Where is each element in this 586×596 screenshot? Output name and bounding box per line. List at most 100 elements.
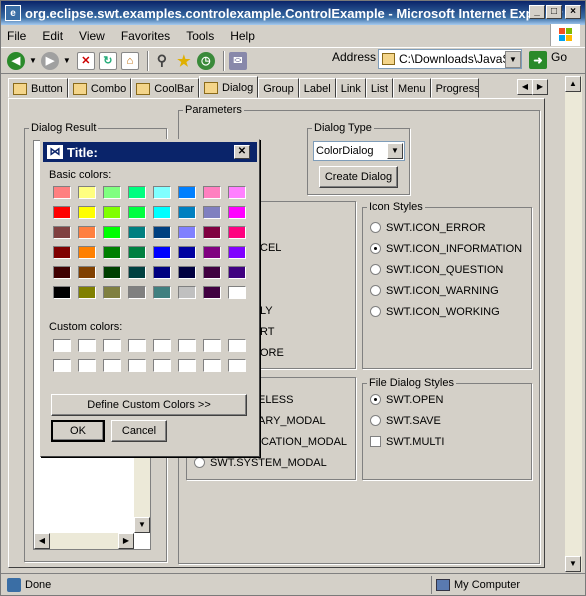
custom-color-swatch[interactable]: [103, 339, 121, 352]
color-swatch[interactable]: [53, 186, 71, 199]
address-input[interactable]: C:\Downloads\JavaSc: [378, 49, 522, 69]
chevron-down-icon[interactable]: ▼: [387, 143, 403, 159]
color-swatch[interactable]: [128, 286, 146, 299]
ok-button[interactable]: OK: [51, 420, 105, 442]
scroll-left-icon[interactable]: ◀: [34, 533, 50, 549]
go-arrow-icon[interactable]: ➜: [529, 51, 547, 69]
modeless-label[interactable]: ELESS: [258, 389, 347, 410]
color-swatch[interactable]: [153, 186, 171, 199]
color-swatch[interactable]: [103, 206, 121, 219]
custom-color-swatch[interactable]: [228, 359, 246, 372]
color-swatch[interactable]: [78, 266, 96, 279]
tab-group[interactable]: Group: [258, 78, 299, 98]
minimize-button[interactable]: _: [529, 5, 545, 19]
scroll-right-icon[interactable]: ▶: [118, 533, 134, 549]
scroll-up-icon[interactable]: ▲: [565, 76, 581, 92]
color-swatch[interactable]: [128, 206, 146, 219]
scroll-down-icon[interactable]: ▼: [134, 517, 150, 533]
custom-color-swatch[interactable]: [128, 339, 146, 352]
color-swatch[interactable]: [103, 266, 121, 279]
stop-icon[interactable]: ✕: [76, 51, 95, 70]
custom-color-swatch[interactable]: [153, 339, 171, 352]
color-swatch[interactable]: [103, 286, 121, 299]
dialog-close-button[interactable]: ✕: [234, 145, 250, 159]
style-apply-label[interactable]: LY: [260, 300, 284, 321]
tab-scroll-left-icon[interactable]: ◀: [517, 79, 533, 95]
color-swatch[interactable]: [228, 206, 246, 219]
color-swatch[interactable]: [103, 226, 121, 239]
custom-color-swatch[interactable]: [103, 359, 121, 372]
multi-checkbox[interactable]: SWT.MULTI: [370, 431, 444, 452]
style-ignore-label[interactable]: ORE: [260, 342, 284, 363]
open-radio[interactable]: SWT.OPEN: [370, 389, 444, 410]
color-swatch[interactable]: [153, 266, 171, 279]
color-swatch[interactable]: [178, 226, 196, 239]
color-swatch[interactable]: [178, 186, 196, 199]
menu-tools[interactable]: Tools: [186, 29, 214, 43]
color-swatch[interactable]: [78, 226, 96, 239]
color-swatch[interactable]: [103, 186, 121, 199]
menu-edit[interactable]: Edit: [42, 29, 63, 43]
color-swatch[interactable]: [78, 206, 96, 219]
close-button[interactable]: ×: [565, 5, 581, 19]
custom-color-swatch[interactable]: [78, 339, 96, 352]
menu-file[interactable]: File: [7, 29, 26, 43]
menu-favorites[interactable]: Favorites: [121, 29, 170, 43]
custom-color-swatch[interactable]: [53, 339, 71, 352]
color-swatch[interactable]: [78, 186, 96, 199]
color-swatch[interactable]: [203, 226, 221, 239]
color-swatch[interactable]: [178, 286, 196, 299]
back-dropdown-icon[interactable]: ▼: [29, 56, 37, 65]
color-swatch[interactable]: [228, 226, 246, 239]
primary-modal-label[interactable]: ARY_MODAL: [258, 410, 347, 431]
color-swatch[interactable]: [228, 286, 246, 299]
create-dialog-button[interactable]: Create Dialog: [319, 166, 398, 188]
color-swatch[interactable]: [203, 286, 221, 299]
tab-combo[interactable]: Combo: [67, 78, 132, 98]
color-swatch[interactable]: [203, 266, 221, 279]
color-swatch[interactable]: [128, 246, 146, 259]
color-swatch[interactable]: [178, 206, 196, 219]
color-swatch[interactable]: [128, 266, 146, 279]
color-swatch[interactable]: [203, 246, 221, 259]
back-icon[interactable]: ◀: [7, 51, 25, 70]
go-button[interactable]: Go: [551, 50, 567, 64]
tab-link[interactable]: Link: [335, 78, 366, 98]
tab-dialog[interactable]: Dialog: [199, 76, 259, 98]
define-custom-colors-button[interactable]: Define Custom Colors >>: [51, 394, 247, 416]
tab-scroll-right-icon[interactable]: ▶: [532, 79, 548, 95]
color-swatch[interactable]: [228, 266, 246, 279]
icon-information-radio[interactable]: SWT.ICON_INFORMATION: [370, 238, 522, 259]
color-swatch[interactable]: [53, 226, 71, 239]
icon-working-radio[interactable]: SWT.ICON_WORKING: [370, 301, 522, 322]
color-swatch[interactable]: [203, 186, 221, 199]
color-swatch[interactable]: [78, 286, 96, 299]
style-cancel-label[interactable]: CEL: [260, 237, 284, 258]
forward-dropdown-icon[interactable]: ▼: [63, 56, 71, 65]
color-swatch[interactable]: [128, 226, 146, 239]
favorites-icon[interactable]: ★: [175, 52, 193, 70]
custom-color-swatch[interactable]: [178, 339, 196, 352]
color-swatch[interactable]: [228, 186, 246, 199]
color-swatch[interactable]: [203, 206, 221, 219]
dialog-type-select[interactable]: ColorDialog ▼: [313, 141, 405, 161]
custom-color-swatch[interactable]: [178, 359, 196, 372]
color-swatch[interactable]: [103, 246, 121, 259]
tab-progressbar[interactable]: ProgressB: [430, 78, 479, 98]
tab-menu[interactable]: Menu: [393, 78, 431, 98]
history-icon[interactable]: ◷: [196, 51, 215, 70]
address-dropdown-icon[interactable]: ▼: [505, 51, 521, 68]
custom-color-swatch[interactable]: [128, 359, 146, 372]
color-swatch[interactable]: [78, 246, 96, 259]
color-swatch[interactable]: [178, 246, 196, 259]
maximize-button[interactable]: □: [546, 5, 562, 19]
save-radio[interactable]: SWT.SAVE: [370, 410, 444, 431]
tab-list[interactable]: List: [365, 78, 394, 98]
color-swatch[interactable]: [53, 286, 71, 299]
color-swatch[interactable]: [153, 286, 171, 299]
tab-button[interactable]: Button: [8, 78, 68, 98]
menu-view[interactable]: View: [79, 29, 105, 43]
icon-warning-radio[interactable]: SWT.ICON_WARNING: [370, 280, 522, 301]
custom-color-swatch[interactable]: [78, 359, 96, 372]
refresh-icon[interactable]: ↻: [98, 51, 117, 70]
